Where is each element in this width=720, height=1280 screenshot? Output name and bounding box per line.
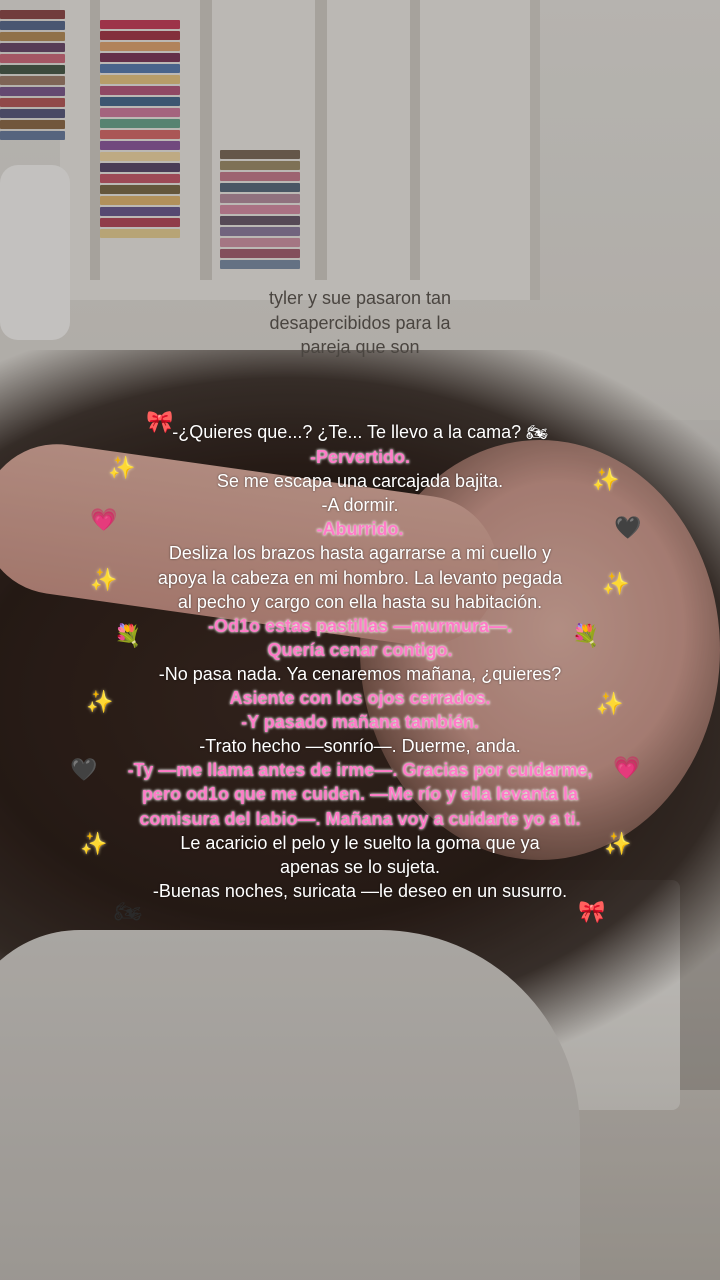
pink-heart-icon: 💗 xyxy=(613,756,641,781)
story-line: -Buenas noches, suricata —le deseo en un… xyxy=(152,880,568,901)
bow-icon: 🎀 xyxy=(578,900,606,925)
story-line: Le acaricio el pelo y le suelto la goma … xyxy=(180,832,540,853)
story-line: Quería cenar contigo. xyxy=(267,639,453,660)
story-line: al pecho y cargo con ella hasta su habit… xyxy=(177,591,543,612)
sparkles-icon: ✨ xyxy=(90,568,118,593)
story-text: -¿Quieres que...? ¿Te... Te llevo a la c… xyxy=(60,420,660,903)
sparkles-icon: ✨ xyxy=(86,690,114,715)
bow-icon: 🎀 xyxy=(146,410,174,435)
story-line: -Trato hecho —sonrío—. Duerme, anda. xyxy=(199,736,521,757)
black-heart-icon: 🖤 xyxy=(70,758,98,783)
story-line: -Od1o estas pastillas —murmura—. xyxy=(207,615,513,636)
story-line: Se me escapa una carcajada bajita. xyxy=(216,471,504,492)
bouquet-icon: 💐 xyxy=(114,624,142,649)
story-line: -Aburrido. xyxy=(316,519,404,540)
story-line: pero od1o que me cuiden. —Me río y ella … xyxy=(141,784,579,805)
story-line: -Ty —me llama antes de irme—. Gracias po… xyxy=(127,760,593,781)
sparkles-icon: ✨ xyxy=(592,468,620,493)
sparkles-icon: ✨ xyxy=(602,572,630,597)
motorcycle-icon: 🏍 xyxy=(526,423,548,443)
story-line: -Pervertido. xyxy=(309,447,411,468)
story-line: -Y pasado mañana también. xyxy=(241,712,479,733)
story-line: Asiente con los ojos cerrados. xyxy=(229,688,491,709)
sparkles-icon: ✨ xyxy=(108,456,136,481)
story-line: Desliza los brazos hasta agarrarse a mi … xyxy=(168,543,552,564)
black-heart-icon: 🖤 xyxy=(614,516,642,541)
sparkles-icon: ✨ xyxy=(604,832,632,857)
motorcycle-icon: 🏍 xyxy=(114,900,142,925)
story-line: apoya la cabeza en mi hombro. La levanto… xyxy=(157,567,563,588)
pink-heart-icon: 💗 xyxy=(90,508,118,533)
story-line: -A dormir. xyxy=(321,495,399,516)
sparkles-icon: ✨ xyxy=(596,692,624,717)
story-line: apenas se lo sujeta. xyxy=(279,856,441,877)
bouquet-icon: 💐 xyxy=(572,624,600,649)
sparkles-icon: ✨ xyxy=(80,832,108,857)
video-caption: tyler y sue pasaron tan desapercibidos p… xyxy=(268,288,452,357)
story-line: comisura del labio—. Mañana voy a cuidar… xyxy=(139,808,581,829)
story-line: -No pasa nada. Ya cenaremos mañana, ¿qui… xyxy=(158,663,562,684)
